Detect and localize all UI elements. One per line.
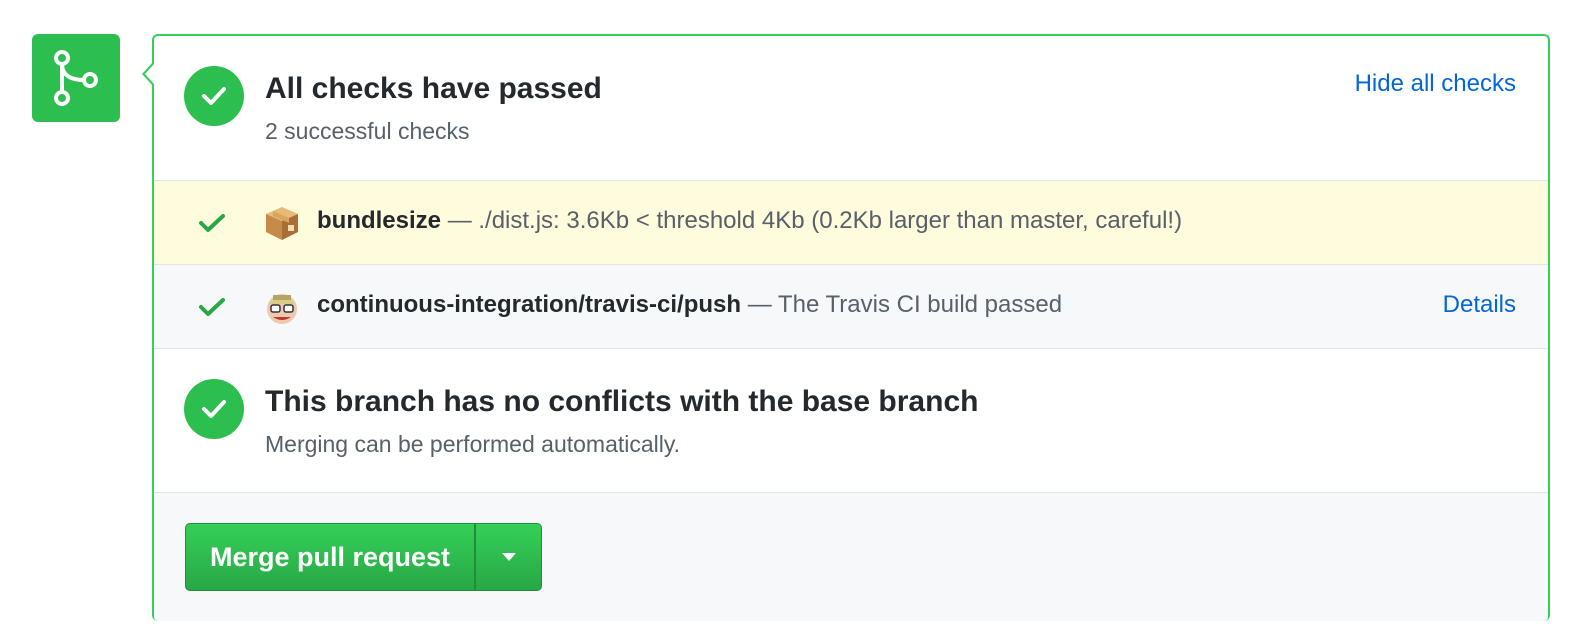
hide-all-checks-link[interactable]: Hide all checks bbox=[1355, 70, 1516, 98]
check-message: — The Travis CI build passed bbox=[741, 291, 1063, 318]
conflict-title: This branch has no conflicts with the ba… bbox=[265, 385, 979, 418]
check-mark-icon bbox=[199, 298, 225, 316]
merge-actions: Merge pull request bbox=[154, 492, 1548, 621]
git-merge-icon bbox=[32, 34, 120, 122]
success-check-icon bbox=[184, 66, 244, 126]
check-mark-icon bbox=[199, 214, 225, 232]
check-message: — ./dist.js: 3.6Kb < threshold 4Kb (0.2K… bbox=[441, 207, 1183, 234]
merge-button-group: Merge pull request bbox=[185, 523, 543, 591]
check-context: bundlesize bbox=[317, 207, 442, 234]
travis-ci-mascot-icon bbox=[267, 294, 297, 324]
check-row-bundlesize: bundlesize — ./dist.js: 3.6Kb < threshol… bbox=[154, 180, 1548, 264]
checks-subtitle: 2 successful checks bbox=[265, 118, 470, 144]
merge-status-panel: All checks have passed 2 successful chec… bbox=[152, 34, 1550, 621]
panel-pointer-fill bbox=[145, 64, 154, 84]
caret-down-icon bbox=[501, 553, 516, 561]
check-description: bundlesize — ./dist.js: 3.6Kb < threshol… bbox=[317, 207, 1182, 235]
checks-summary: All checks have passed 2 successful chec… bbox=[154, 36, 1548, 180]
merge-method-dropdown[interactable] bbox=[475, 523, 543, 591]
checks-title: All checks have passed bbox=[265, 72, 602, 105]
check-context: continuous-integration/travis-ci/push bbox=[317, 291, 742, 318]
details-link[interactable]: Details bbox=[1443, 291, 1516, 319]
package-box-icon bbox=[266, 207, 298, 240]
conflict-status: This branch has no conflicts with the ba… bbox=[154, 348, 1548, 492]
merge-pull-request-button[interactable]: Merge pull request bbox=[185, 523, 476, 591]
success-check-icon bbox=[184, 379, 244, 439]
conflict-subtitle: Merging can be performed automatically. bbox=[265, 431, 681, 457]
check-description: continuous-integration/travis-ci/push — … bbox=[317, 291, 1062, 319]
check-row-travis: continuous-integration/travis-ci/push — … bbox=[154, 264, 1548, 348]
